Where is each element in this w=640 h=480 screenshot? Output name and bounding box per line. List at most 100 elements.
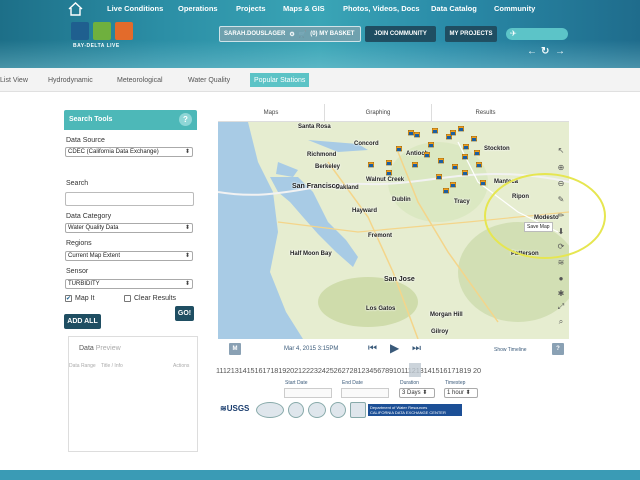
station-marker-icon[interactable] bbox=[450, 182, 456, 189]
search-input[interactable] bbox=[65, 192, 194, 206]
tab-list-view[interactable]: List View bbox=[0, 73, 32, 87]
usgs-logo[interactable]: ≋USGS bbox=[220, 404, 249, 413]
data-category-label: Data Category bbox=[66, 213, 112, 220]
help-icon[interactable]: ? bbox=[179, 113, 192, 126]
arrow-right-icon[interactable]: → bbox=[555, 46, 565, 57]
station-marker-icon[interactable] bbox=[476, 162, 482, 169]
station-marker-icon[interactable] bbox=[462, 154, 468, 161]
search-map-icon[interactable]: ⌕ bbox=[555, 316, 567, 328]
my-projects-button[interactable]: MY PROJECTS bbox=[445, 26, 497, 42]
station-marker-icon[interactable] bbox=[428, 142, 434, 149]
tab-maps[interactable]: Maps bbox=[218, 104, 325, 122]
station-marker-icon[interactable] bbox=[386, 160, 392, 167]
checkbox-empty-icon[interactable] bbox=[124, 295, 131, 302]
tab-popular-stations[interactable]: Popular Stations bbox=[250, 73, 310, 87]
map-it-checkbox[interactable]: ✔ Map It bbox=[65, 295, 94, 302]
station-marker-icon[interactable] bbox=[462, 170, 468, 177]
station-marker-icon[interactable] bbox=[368, 162, 374, 169]
pointer-tool-icon[interactable]: ↖ bbox=[555, 144, 567, 156]
nav-photos-videos-docs[interactable]: Photos, Videos, Docs bbox=[343, 4, 420, 13]
tab-meteorological[interactable]: Meteorological bbox=[113, 73, 167, 87]
tab-hydrodynamic[interactable]: Hydrodynamic bbox=[44, 73, 97, 87]
station-marker-icon[interactable] bbox=[480, 180, 486, 187]
station-marker-icon[interactable] bbox=[414, 132, 420, 139]
map-tabs: Maps Graphing Results bbox=[218, 104, 569, 122]
cdec-logo[interactable]: Department of Water Resources CALIFORNIA… bbox=[368, 404, 462, 416]
station-marker-icon[interactable] bbox=[436, 174, 442, 181]
partner-logo-shield[interactable] bbox=[288, 402, 304, 418]
fullscreen-icon[interactable]: ⤢ bbox=[555, 301, 567, 313]
info-icon[interactable]: ● bbox=[555, 272, 567, 284]
star-icon[interactable]: ✱ bbox=[555, 287, 567, 299]
station-marker-icon[interactable] bbox=[424, 152, 430, 159]
station-marker-icon[interactable] bbox=[463, 144, 469, 151]
checkbox-checked-icon[interactable]: ✔ bbox=[65, 295, 72, 302]
refresh-icon[interactable]: ↻ bbox=[541, 46, 549, 57]
data-source-select[interactable]: CDEC (California Data Exchange) ⬍ bbox=[65, 147, 193, 157]
play-icon[interactable]: ▶ bbox=[390, 341, 399, 355]
tab-graphing[interactable]: Graphing bbox=[325, 104, 432, 122]
nav-community[interactable]: Community bbox=[494, 4, 535, 13]
clear-results-checkbox[interactable]: Clear Results bbox=[124, 295, 176, 302]
regions-select[interactable]: Current Map Extent ⬍ bbox=[65, 251, 193, 261]
timeline-scrubber[interactable] bbox=[409, 363, 421, 377]
timeline-mode-button[interactable]: M bbox=[229, 343, 241, 355]
partner-logo-seal-3[interactable] bbox=[330, 402, 346, 418]
start-date-input[interactable] bbox=[284, 388, 332, 398]
nav-live-conditions[interactable]: Live Conditions bbox=[107, 4, 163, 13]
timestep-select[interactable]: 1 hour ⬍ bbox=[444, 388, 478, 398]
go-button[interactable]: GO! bbox=[175, 306, 194, 321]
plane-icon: ✈ bbox=[510, 29, 517, 38]
partner-logo-dwr[interactable] bbox=[350, 402, 366, 418]
end-date-input[interactable] bbox=[341, 388, 389, 398]
city-stockton: Stockton bbox=[484, 146, 510, 152]
timeline-scale[interactable]: 1112131415161718192021222324252627281234… bbox=[216, 366, 570, 375]
city-gilroy: Gilroy bbox=[431, 329, 449, 335]
home-icon[interactable] bbox=[67, 1, 84, 17]
nav-projects[interactable]: Projects bbox=[236, 4, 266, 13]
station-marker-icon[interactable] bbox=[458, 126, 464, 133]
basket-label[interactable]: (0) MY BASKET bbox=[310, 31, 354, 37]
add-all-button[interactable]: ADD ALL bbox=[64, 314, 101, 329]
user-name[interactable]: SARAH.DOUSLAGER bbox=[224, 31, 285, 37]
timeline-help-button[interactable]: ? bbox=[552, 343, 564, 355]
station-marker-icon[interactable] bbox=[386, 170, 392, 177]
user-basket-box[interactable]: SARAH.DOUSLAGER ⚙ 🛒 (0) MY BASKET bbox=[219, 26, 361, 42]
station-marker-icon[interactable] bbox=[474, 150, 480, 157]
station-marker-icon[interactable] bbox=[450, 130, 456, 137]
skip-forward-icon[interactable]: ⏭ bbox=[412, 343, 421, 354]
cart-icon[interactable]: 🛒 bbox=[299, 31, 306, 38]
skip-back-icon[interactable]: ⏮ bbox=[368, 343, 377, 354]
nav-data-catalog[interactable]: Data Catalog bbox=[431, 4, 477, 13]
station-marker-icon[interactable] bbox=[471, 136, 477, 143]
sensor-select[interactable]: TURBIDITY ⬍ bbox=[65, 279, 193, 289]
end-date-label: End Date bbox=[342, 380, 363, 386]
partner-logo-seal-1[interactable] bbox=[256, 402, 284, 418]
station-marker-icon[interactable] bbox=[452, 164, 458, 171]
gear-icon[interactable]: ⚙ bbox=[289, 31, 294, 38]
header-search-input[interactable]: ✈ bbox=[506, 28, 568, 40]
station-marker-icon[interactable] bbox=[432, 128, 438, 135]
partner-logo-seal-2[interactable] bbox=[308, 402, 326, 418]
bay-delta-live-logo[interactable]: BAY-DELTA LIVE bbox=[71, 22, 141, 54]
data-category-select[interactable]: Water Quality Data ⬍ bbox=[65, 223, 193, 233]
show-timeline-link[interactable]: Show Timeline bbox=[494, 347, 527, 353]
join-community-button[interactable]: JOIN COMMUNITY bbox=[365, 26, 436, 42]
cdec-line-2: CALIFORNIA DATA EXCHANGE CENTER bbox=[370, 410, 446, 415]
duration-select[interactable]: 3 Days ⬍ bbox=[399, 388, 435, 398]
station-marker-icon[interactable] bbox=[443, 188, 449, 195]
logo-text: BAY-DELTA LIVE bbox=[73, 43, 120, 49]
zoom-in-icon[interactable]: ⊕ bbox=[555, 161, 567, 173]
nav-operations[interactable]: Operations bbox=[178, 4, 218, 13]
duration-label: Duration bbox=[400, 380, 419, 386]
station-marker-icon[interactable] bbox=[438, 158, 444, 165]
arrow-left-icon[interactable]: ← bbox=[527, 46, 537, 57]
tab-results[interactable]: Results bbox=[432, 104, 539, 122]
footer-band bbox=[0, 470, 640, 480]
station-marker-icon[interactable] bbox=[412, 162, 418, 169]
tab-water-quality[interactable]: Water Quality bbox=[184, 73, 234, 87]
map-it-label: Map It bbox=[75, 295, 95, 302]
nav-maps-gis[interactable]: Maps & GIS bbox=[283, 4, 325, 13]
station-marker-icon[interactable] bbox=[396, 146, 402, 153]
regions-value: Current Map Extent bbox=[68, 253, 121, 259]
